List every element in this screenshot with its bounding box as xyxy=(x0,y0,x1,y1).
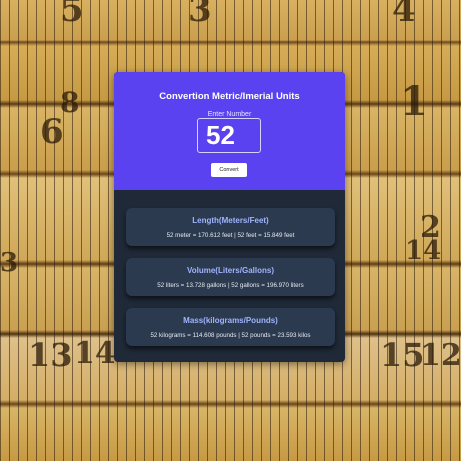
bg-number: 14 xyxy=(74,336,116,371)
result-text: 52 meter = 170.612 feet | 52 feet = 15.8… xyxy=(166,232,295,239)
page-title: Convertion Metric/Imerial Units xyxy=(159,91,300,102)
result-title: Volume(Liters/Gallons) xyxy=(187,266,274,275)
bg-number: 3 xyxy=(0,248,19,278)
result-card-length: Length(Meters/Feet) 52 meter = 170.612 f… xyxy=(126,208,335,246)
bg-number: 8 xyxy=(60,86,80,119)
results-panel: Length(Meters/Feet) 52 meter = 170.612 f… xyxy=(114,190,345,346)
bg-number: 15 xyxy=(380,336,425,374)
result-title: Length(Meters/Feet) xyxy=(192,216,269,225)
result-title: Mass(kilograms/Pounds) xyxy=(183,316,278,325)
converter-header: Convertion Metric/Imerial Units Enter Nu… xyxy=(114,72,345,190)
bg-number: 1 xyxy=(400,78,428,125)
result-text: 52 kilograms = 114.608 pounds | 52 pound… xyxy=(150,332,311,339)
bg-number: 13 xyxy=(28,336,73,374)
bg-number: 4 xyxy=(392,0,416,30)
bg-number: 14 xyxy=(405,236,442,266)
bg-number: 5 xyxy=(60,0,84,30)
enter-number-label: Enter Number xyxy=(207,111,252,118)
bg-number: 3 xyxy=(188,0,212,30)
number-input[interactable]: 52 xyxy=(197,118,261,153)
converter-card: Convertion Metric/Imerial Units Enter Nu… xyxy=(114,72,345,362)
result-text: 52 liters = 13.728 gallons | 52 gallons … xyxy=(157,282,304,289)
result-card-mass: Mass(kilograms/Pounds) 52 kilograms = 11… xyxy=(126,308,335,346)
convert-button[interactable]: Convert xyxy=(211,163,247,177)
result-card-volume: Volume(Liters/Gallons) 52 liters = 13.72… xyxy=(126,258,335,296)
bg-number: 12 xyxy=(420,338,461,373)
